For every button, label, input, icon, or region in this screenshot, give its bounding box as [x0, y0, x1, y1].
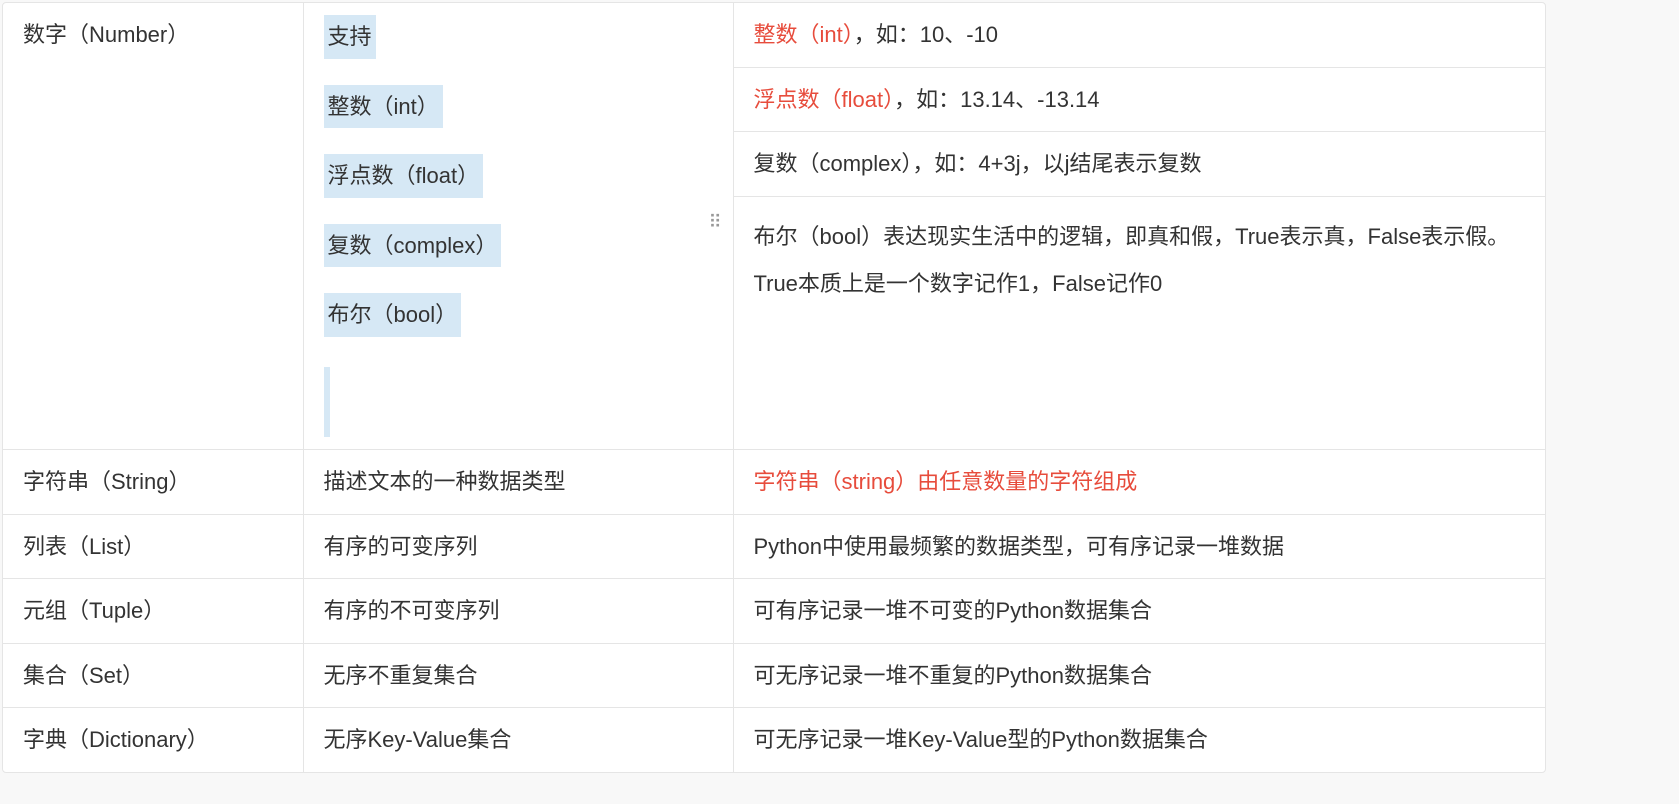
- type-detail: 可无序记录一堆不重复的Python数据集合: [754, 663, 1153, 688]
- tag-bool: 布尔（bool）: [324, 293, 462, 337]
- type-desc: 描述文本的一种数据类型: [324, 469, 566, 494]
- table-row: 元组（Tuple） 有序的不可变序列 可有序记录一堆不可变的Python数据集合: [3, 579, 1545, 644]
- type-detail: 可有序记录一堆不可变的Python数据集合: [754, 598, 1153, 623]
- type-detail: 可无序记录一堆Key-Value型的Python数据集合: [754, 727, 1208, 752]
- type-detail: 字符串（string）由任意数量的字符组成: [754, 469, 1138, 494]
- tag-complex: 复数（complex）: [324, 224, 502, 268]
- complex-text: 复数（complex），如：4+3j，以j结尾表示复数: [754, 151, 1202, 176]
- type-name: 列表（List）: [23, 534, 145, 559]
- table-row: 数字（Number） 支持 整数（int） 浮点数（float） 复数（comp…: [3, 3, 1545, 449]
- tag-float: 浮点数（float）: [324, 154, 484, 198]
- float-label: 浮点数（float）: [754, 87, 895, 112]
- type-name: 集合（Set）: [23, 663, 144, 688]
- drag-handle-icon[interactable]: [709, 218, 725, 234]
- table-row: 字典（Dictionary） 无序Key-Value集合 可无序记录一堆Key-…: [3, 708, 1545, 772]
- type-desc: 有序的可变序列: [324, 534, 478, 559]
- table-row: 列表（List） 有序的可变序列 Python中使用最频繁的数据类型，可有序记录…: [3, 514, 1545, 579]
- type-name: 数字（Number）: [23, 22, 189, 47]
- type-desc: 无序不重复集合: [324, 663, 478, 688]
- subcell-complex: 复数（complex），如：4+3j，以j结尾表示复数: [734, 132, 1546, 197]
- int-label: 整数（int）: [754, 22, 854, 47]
- subcell-int: 整数（int），如：10、-10: [734, 3, 1546, 68]
- table-row: 字符串（String） 描述文本的一种数据类型 字符串（string）由任意数量…: [3, 449, 1545, 514]
- type-name-cell: 数字（Number）: [3, 3, 303, 449]
- tag-int: 整数（int）: [324, 85, 443, 129]
- bool-text-1: 布尔（bool）表达现实生活中的逻辑，即真和假，True表示真，False表示假…: [754, 217, 1526, 257]
- type-name: 字符串（String）: [23, 469, 190, 494]
- type-name: 元组（Tuple）: [23, 598, 165, 623]
- type-tags-cell[interactable]: 支持 整数（int） 浮点数（float） 复数（complex） 布尔（boo…: [303, 3, 733, 449]
- float-example: ，如：13.14、-13.14: [894, 87, 1099, 112]
- type-desc: 有序的不可变序列: [324, 598, 500, 623]
- type-detail-cell: 整数（int），如：10、-10 浮点数（float），如：13.14、-13.…: [733, 3, 1545, 449]
- type-desc: 无序Key-Value集合: [324, 727, 512, 752]
- text-cursor: [324, 367, 330, 437]
- bool-text-2: True本质上是一个数字记作1，False记作0: [754, 264, 1526, 304]
- type-name: 字典（Dictionary）: [23, 727, 209, 752]
- type-detail: Python中使用最频繁的数据类型，可有序记录一堆数据: [754, 534, 1285, 559]
- table-row: 集合（Set） 无序不重复集合 可无序记录一堆不重复的Python数据集合: [3, 643, 1545, 708]
- int-example: ，如：10、-10: [854, 22, 998, 47]
- subcell-bool: 布尔（bool）表达现实生活中的逻辑，即真和假，True表示真，False表示假…: [734, 197, 1546, 324]
- data-types-table: 数字（Number） 支持 整数（int） 浮点数（float） 复数（comp…: [2, 2, 1546, 773]
- tag-support: 支持: [324, 15, 376, 59]
- subcell-float: 浮点数（float），如：13.14、-13.14: [734, 68, 1546, 133]
